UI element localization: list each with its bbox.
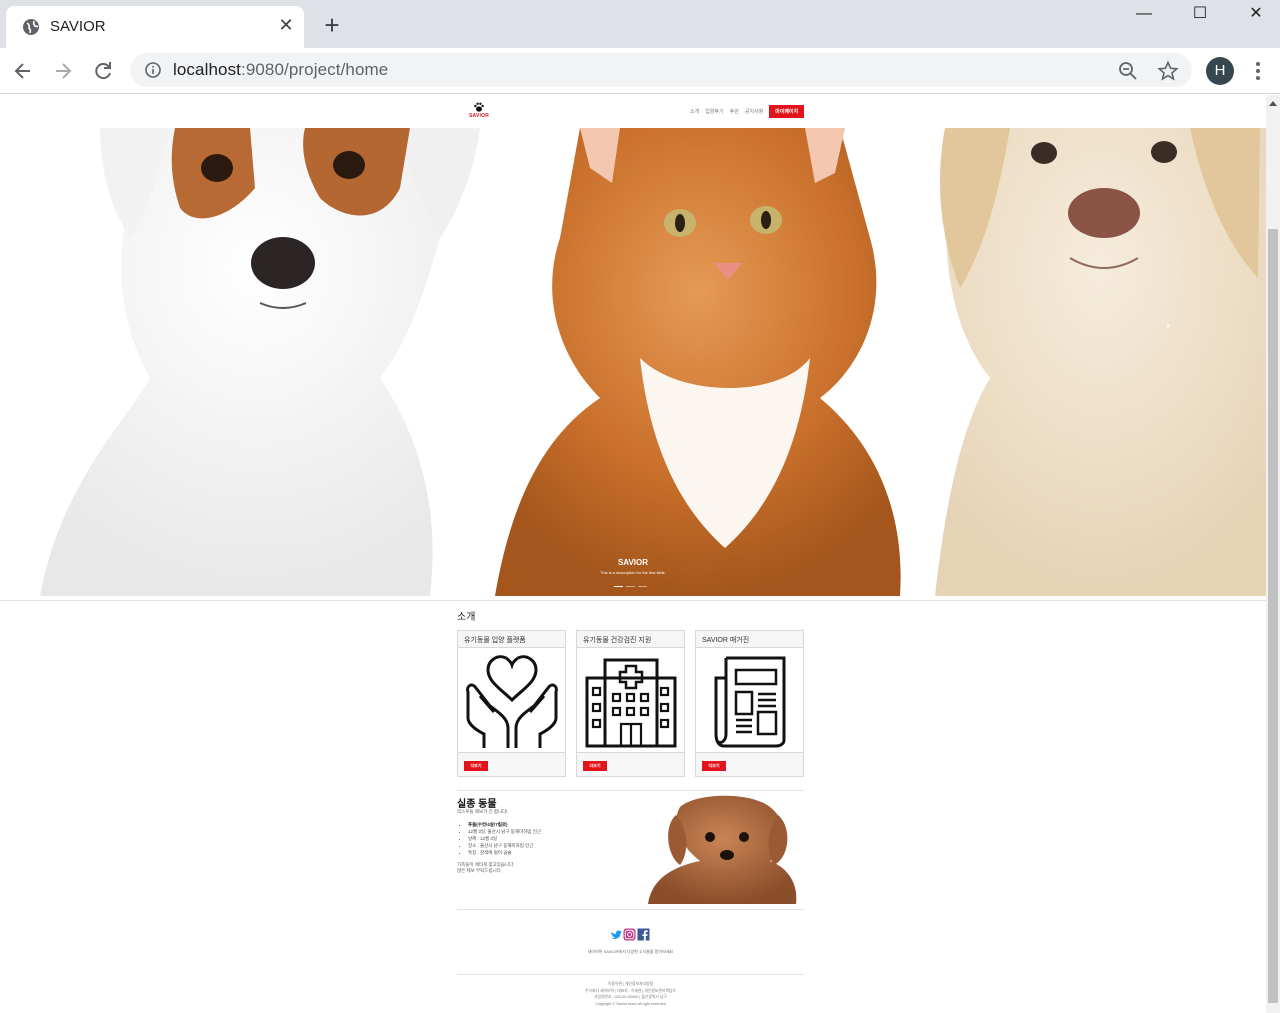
- browser-toolbar: localhost:9080/project/home H: [0, 48, 1280, 94]
- globe-icon: [23, 19, 39, 35]
- instagram-icon[interactable]: [623, 928, 636, 941]
- list-item: 날짜 : 12월 3일: [468, 835, 541, 842]
- hero-title: SAVIOR: [617, 558, 649, 567]
- site-nav: 소개 입양후기 후원 공지사항 마이페이지: [690, 105, 805, 118]
- list-item: 12월 3일, 울산시 남구 동해미하빔 인근: [468, 828, 541, 835]
- new-tab-button[interactable]: +: [318, 12, 346, 40]
- hospital-icon: [585, 658, 677, 748]
- more-button[interactable]: 더보기: [702, 761, 726, 771]
- list-item: 장소 : 울산시 남구 동해미하빔 인근: [468, 842, 541, 849]
- hero-image-pets: [40, 128, 1266, 596]
- more-menu-icon[interactable]: [1250, 57, 1266, 85]
- nav-item-donate[interactable]: 후원: [730, 108, 739, 115]
- nav-item-notice[interactable]: 공지사항: [745, 108, 763, 115]
- divider: [457, 909, 804, 910]
- missing-puppy-image: [640, 795, 804, 904]
- address-bar[interactable]: localhost:9080/project/home: [130, 53, 1192, 87]
- back-arrow-icon[interactable]: [8, 56, 38, 86]
- divider: [0, 600, 1266, 601]
- maximize-button[interactable]: ☐: [1172, 0, 1228, 30]
- heart-hands-icon: [466, 655, 558, 748]
- footer-tagline: 세이비어 SAVIOR에서 다양한 소식들을 받아보세요: [587, 949, 674, 954]
- browser-tab[interactable]: SAVIOR ✕: [6, 6, 304, 48]
- social-links: [609, 928, 650, 941]
- window-close-button[interactable]: ✕: [1228, 0, 1280, 30]
- page-viewport: SAVIOR 소개 입양후기 후원 공지사항 마이페이지 SAVIOR This…: [0, 95, 1266, 1013]
- nav-item-intro[interactable]: 소개: [690, 108, 699, 115]
- footer-info: 이용약관 | 개인정보처리방침 주식회사 세이비어 | 대표자 : 이세현 | …: [457, 981, 804, 1007]
- forward-arrow-icon[interactable]: [48, 56, 78, 86]
- carousel-indicators: [614, 586, 647, 587]
- carousel-next-icon[interactable]: ›: [1166, 318, 1170, 332]
- divider: [457, 974, 804, 975]
- hero-carousel[interactable]: SAVIOR This is a description for the fir…: [0, 128, 1266, 596]
- intro-card: 유기동물 입양 플랫폼 더보기: [457, 630, 566, 777]
- carousel-indicator[interactable]: [614, 586, 623, 587]
- card-title: 유기동물 건강검진 지원: [577, 631, 684, 648]
- intro-card: 유기동물 건강검진 지원 더보기: [576, 630, 685, 777]
- carousel-indicator[interactable]: [638, 586, 647, 587]
- reload-icon[interactable]: [88, 56, 118, 86]
- bookmark-star-icon[interactable]: [1157, 60, 1179, 82]
- tab-title: SAVIOR: [50, 18, 106, 35]
- card-title: SAVIOR 매거진: [696, 631, 803, 648]
- browser-tab-strip: SAVIOR ✕ + — ☐ ✕: [0, 0, 1280, 48]
- profile-avatar[interactable]: H: [1206, 57, 1234, 85]
- page-scrollbar[interactable]: [1266, 95, 1280, 1013]
- missing-details: 푸들(수컷/4살/7킬로) 12월 3일, 울산시 남구 동해미하빔 인근 날짜…: [468, 821, 541, 856]
- card-title: 유기동물 입양 플랫폼: [458, 631, 565, 648]
- divider: [457, 790, 804, 791]
- intro-heading: 소개: [457, 612, 476, 623]
- site-header: SAVIOR 소개 입양후기 후원 공지사항 마이페이지: [0, 95, 1266, 128]
- nav-item-reviews[interactable]: 입양후기: [705, 108, 723, 115]
- newspaper-icon: [714, 656, 786, 748]
- footer-copyright: Copyright © Savior team all right reserv…: [595, 1001, 666, 1006]
- intro-card: SAVIOR 매거진 더보기: [695, 630, 804, 777]
- twitter-icon[interactable]: [609, 928, 622, 941]
- scroll-up-arrow-icon[interactable]: [1269, 101, 1277, 106]
- minimize-button[interactable]: —: [1116, 0, 1172, 30]
- more-button[interactable]: 더보기: [464, 761, 488, 771]
- tab-close-icon[interactable]: ✕: [276, 15, 296, 35]
- url-text: localhost:9080/project/home: [173, 60, 389, 79]
- list-item: 특징 : 갈색에 털이 곱슬: [468, 849, 541, 856]
- carousel-indicator[interactable]: [626, 586, 635, 587]
- hero-description: This is a description for the first slid…: [600, 570, 666, 575]
- list-item: 푸들(수컷/4살/7킬로): [468, 821, 541, 828]
- paw-icon: [474, 102, 484, 112]
- info-icon[interactable]: [144, 61, 162, 79]
- mypage-button[interactable]: 마이페이지: [769, 105, 805, 118]
- missing-heading: 실종 동물: [457, 799, 497, 810]
- more-button[interactable]: 더보기: [583, 761, 607, 771]
- scroll-thumb[interactable]: [1268, 229, 1278, 1003]
- missing-note: 가족들이 애타게 찾고있습니다 많은 제보 부탁드립니다: [457, 862, 514, 873]
- logo-text: SAVIOR: [469, 113, 489, 119]
- facebook-icon[interactable]: [637, 928, 650, 941]
- site-logo[interactable]: SAVIOR: [464, 101, 494, 121]
- missing-subtitle: 믹스푸들 제보가 긴 합니다!: [457, 809, 508, 814]
- zoom-out-icon[interactable]: [1117, 60, 1139, 82]
